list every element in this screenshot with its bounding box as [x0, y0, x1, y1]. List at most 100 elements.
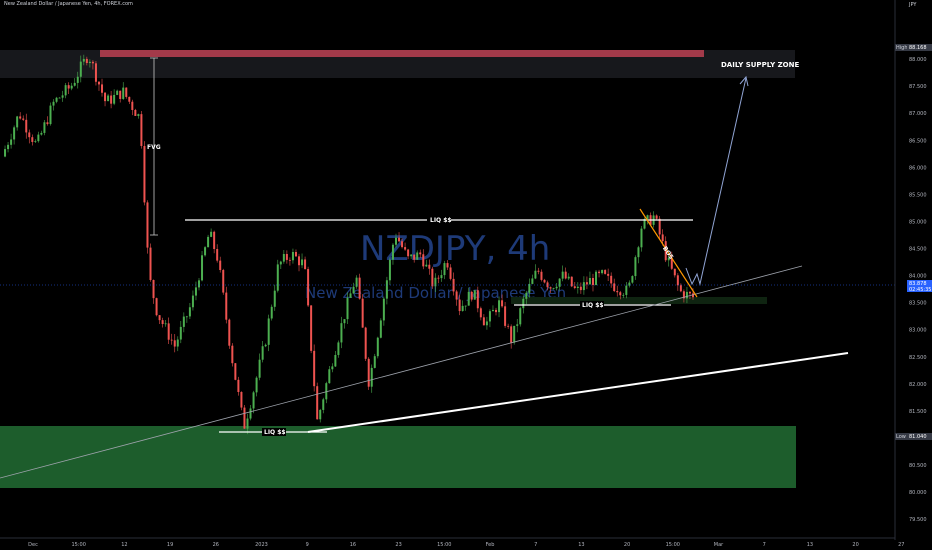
- candle-up: [210, 231, 213, 237]
- candle-up: [340, 323, 343, 343]
- x-tick-label: 27: [898, 542, 904, 548]
- candle-up: [197, 280, 200, 288]
- candle-down: [482, 317, 485, 326]
- candle-down: [240, 391, 243, 408]
- candle-down: [101, 84, 104, 93]
- candle-down: [91, 61, 94, 64]
- candle-up: [370, 367, 373, 387]
- candle-up: [534, 270, 537, 279]
- candle-down: [510, 326, 513, 343]
- candle-up: [201, 255, 204, 281]
- y-tick-label: 86.500: [909, 138, 927, 144]
- candle-down: [125, 87, 128, 97]
- last-price-countdown: 02:45:35: [909, 287, 931, 293]
- candle-up: [558, 278, 561, 287]
- x-tick-label: Feb: [486, 542, 495, 548]
- candle-down: [549, 287, 552, 289]
- low-badge-value: 81.040: [909, 434, 927, 440]
- candle-down: [616, 291, 619, 293]
- candle-down: [479, 308, 482, 318]
- candle-up: [637, 247, 640, 258]
- candle-up: [485, 321, 488, 326]
- candle-down: [470, 291, 473, 300]
- y-tick-label: 85.500: [909, 192, 927, 198]
- candle-up: [246, 418, 249, 429]
- candle-down: [591, 277, 594, 285]
- price-chart[interactable]: NZDJPY, 4h New Zealand Dollar / Japanese…: [0, 0, 932, 550]
- minor-zone: [511, 297, 767, 304]
- candle-up: [373, 356, 376, 368]
- candle-down: [501, 300, 504, 307]
- candle-down: [216, 249, 219, 261]
- candle-down: [94, 63, 97, 82]
- x-tick-label: 7: [763, 542, 766, 548]
- candle-down: [431, 268, 434, 287]
- candle-up: [191, 295, 194, 308]
- candle-down: [134, 109, 137, 116]
- candle-up: [113, 94, 116, 104]
- candle-up: [252, 392, 255, 409]
- y-tick-label: 84.500: [909, 247, 927, 253]
- candle-up: [116, 90, 119, 95]
- candle-down: [28, 132, 31, 138]
- candle-down: [422, 254, 425, 267]
- candle-up: [519, 308, 522, 325]
- candle-down: [570, 276, 573, 287]
- x-tick-label: 20: [852, 542, 858, 548]
- candle-up: [37, 134, 40, 142]
- candle-up: [410, 254, 413, 257]
- x-tick-label: 13: [807, 542, 813, 548]
- candle-down: [225, 292, 228, 320]
- candle-down: [607, 273, 610, 276]
- candle-down: [161, 320, 164, 325]
- candle-up: [349, 293, 352, 298]
- candle-up: [34, 141, 37, 142]
- candle-down: [504, 306, 507, 326]
- candle-down: [213, 231, 216, 250]
- candle-down: [119, 90, 122, 99]
- candle-up: [291, 252, 294, 261]
- fvg-label: FVG: [147, 144, 161, 151]
- candle-up: [464, 305, 467, 307]
- candle-up: [443, 263, 446, 276]
- candle-up: [43, 122, 46, 133]
- candle-up: [631, 276, 634, 283]
- candle-down: [97, 81, 100, 85]
- candle-up: [82, 58, 85, 62]
- candle-down: [170, 339, 173, 341]
- candle-up: [567, 276, 570, 279]
- candle-up: [276, 264, 279, 291]
- candle-down: [304, 259, 307, 270]
- candle-up: [255, 377, 258, 393]
- candle-down: [449, 267, 452, 279]
- candle-down: [407, 249, 410, 257]
- candle-up: [70, 85, 73, 89]
- candle-down: [437, 277, 440, 279]
- candle-up: [58, 97, 61, 99]
- x-tick-label: 20: [624, 542, 630, 548]
- candle-down: [313, 350, 316, 387]
- candle-up: [73, 82, 76, 86]
- y-tick-label: 81.500: [909, 409, 927, 415]
- candle-down: [364, 327, 367, 359]
- candle-down: [288, 259, 291, 261]
- x-tick-label: 15:00: [437, 542, 451, 548]
- candle-up: [13, 127, 16, 140]
- candle-down: [361, 298, 364, 328]
- candle-down: [573, 286, 576, 289]
- candle-down: [428, 264, 431, 269]
- x-tick-label: 26: [213, 542, 219, 548]
- candle-up: [382, 298, 385, 321]
- candle-up: [346, 297, 349, 320]
- candle-down: [404, 247, 407, 250]
- y-tick-label: 87.500: [909, 84, 927, 90]
- candle-up: [55, 97, 58, 102]
- candle-up: [385, 280, 388, 299]
- candle-up: [352, 286, 355, 294]
- candle-down: [149, 247, 152, 280]
- candle-up: [331, 366, 334, 370]
- candle-up: [319, 409, 322, 420]
- candle-down: [604, 270, 607, 274]
- candle-down: [158, 315, 161, 321]
- candle-up: [76, 76, 79, 83]
